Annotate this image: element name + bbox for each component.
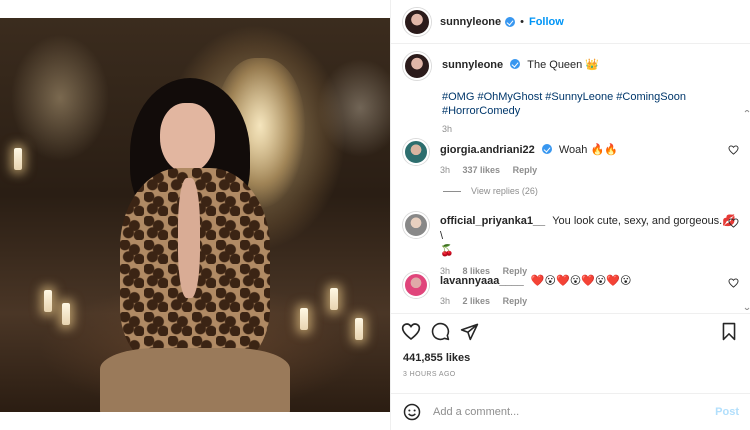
commenter-avatar[interactable] bbox=[403, 272, 429, 298]
candle bbox=[14, 148, 22, 170]
comment-item: official_priyanka1__ You look cute, sexy… bbox=[403, 212, 743, 276]
candle bbox=[330, 288, 338, 310]
caption-username[interactable]: sunnyleone bbox=[442, 59, 503, 71]
post-side-panel: sunnyleone • Follow sunnyleone The Queen… bbox=[390, 0, 750, 430]
comment-age: 3h bbox=[440, 165, 451, 175]
likes-count[interactable]: 441,855 likes bbox=[403, 352, 470, 364]
add-comment-input[interactable] bbox=[433, 406, 703, 418]
commenter-username[interactable]: official_priyanka1__ bbox=[440, 215, 545, 227]
view-replies-button[interactable]: View replies (26) bbox=[443, 186, 538, 196]
reply-button[interactable]: Reply bbox=[513, 165, 538, 175]
verified-badge-icon bbox=[541, 144, 552, 154]
woman-figure bbox=[90, 78, 300, 418]
emoji-icon[interactable] bbox=[403, 403, 421, 421]
post-caption: sunnyleone The Queen 👑 #OMG #OhMyGhost #… bbox=[403, 52, 743, 134]
photo-letterbox-bottom bbox=[0, 412, 390, 430]
author-avatar[interactable] bbox=[403, 7, 431, 36]
commenter-username[interactable]: giorgia.andriani22 bbox=[440, 144, 535, 156]
post-photo[interactable] bbox=[0, 0, 390, 430]
commenter-avatar[interactable] bbox=[403, 212, 429, 238]
comment-likes[interactable]: 337 likes bbox=[463, 165, 501, 175]
caption-hashtags[interactable]: #OMG #OhMyGhost #SunnyLeone #ComingSoon … bbox=[442, 90, 742, 118]
comment-text: Woah 🔥🔥 bbox=[558, 144, 618, 156]
share-icon[interactable] bbox=[460, 322, 479, 341]
comment-likes[interactable]: 2 likes bbox=[463, 296, 491, 306]
heart-icon[interactable] bbox=[401, 322, 421, 341]
caption-age: 3h bbox=[442, 124, 453, 134]
verified-badge-icon bbox=[510, 59, 521, 69]
post-comment-button[interactable]: Post bbox=[715, 406, 739, 418]
comment-item: giorgia.andriani22 Woah 🔥🔥 3h 337 likes … bbox=[403, 139, 743, 175]
hashtags-line[interactable]: #OMG #OhMyGhost #SunnyLeone #ComingSoon bbox=[442, 90, 742, 104]
verified-badge-icon bbox=[505, 16, 516, 27]
reply-button[interactable]: Reply bbox=[503, 296, 528, 306]
caption-text: The Queen 👑 bbox=[527, 59, 600, 71]
candle bbox=[62, 303, 70, 325]
photo-letterbox-top bbox=[0, 0, 390, 18]
like-comment-heart-icon[interactable] bbox=[728, 278, 739, 288]
comments-scrollbar[interactable] bbox=[744, 110, 750, 310]
comment-text-continued: 🍒 bbox=[440, 245, 454, 257]
instagram-post-view: sunnyleone • Follow sunnyleone The Queen… bbox=[0, 0, 750, 430]
like-comment-heart-icon[interactable] bbox=[728, 145, 739, 155]
view-replies-label[interactable]: View replies (26) bbox=[471, 186, 538, 196]
candle bbox=[300, 308, 308, 330]
caption-author-avatar[interactable] bbox=[403, 52, 431, 80]
add-comment-bar: Post bbox=[391, 393, 750, 430]
commenter-username[interactable]: lavannyaaa____ bbox=[440, 275, 524, 287]
like-comment-heart-icon[interactable] bbox=[728, 218, 739, 228]
comment-text: ❤️😮❤️😮❤️😮❤️😮 bbox=[530, 275, 632, 287]
candle bbox=[355, 318, 363, 340]
comment-item: lavannyaaa____ ❤️😮❤️😮❤️😮❤️😮 3h 2 likes R… bbox=[403, 272, 743, 306]
candle bbox=[44, 290, 52, 312]
photo-scene bbox=[0, 18, 390, 418]
comment-icon[interactable] bbox=[431, 322, 450, 341]
comment-age: 3h bbox=[440, 296, 451, 306]
bookmark-icon[interactable] bbox=[721, 322, 737, 341]
post-timestamp[interactable]: 3 HOURS AGO bbox=[403, 371, 456, 378]
follow-button[interactable]: Follow bbox=[529, 16, 564, 28]
replies-divider bbox=[443, 190, 461, 192]
post-action-bar bbox=[391, 313, 750, 349]
commenter-avatar[interactable] bbox=[403, 139, 429, 165]
post-header: sunnyleone • Follow bbox=[391, 0, 750, 44]
separator-dot: • bbox=[520, 15, 524, 28]
hashtags-line[interactable]: #HorrorComedy bbox=[442, 104, 742, 118]
author-username[interactable]: sunnyleone bbox=[440, 16, 501, 28]
